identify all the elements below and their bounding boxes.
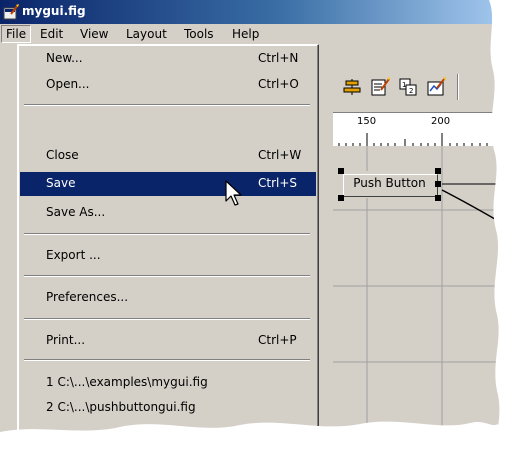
torn-edge-overlay — [0, 0, 507, 458]
